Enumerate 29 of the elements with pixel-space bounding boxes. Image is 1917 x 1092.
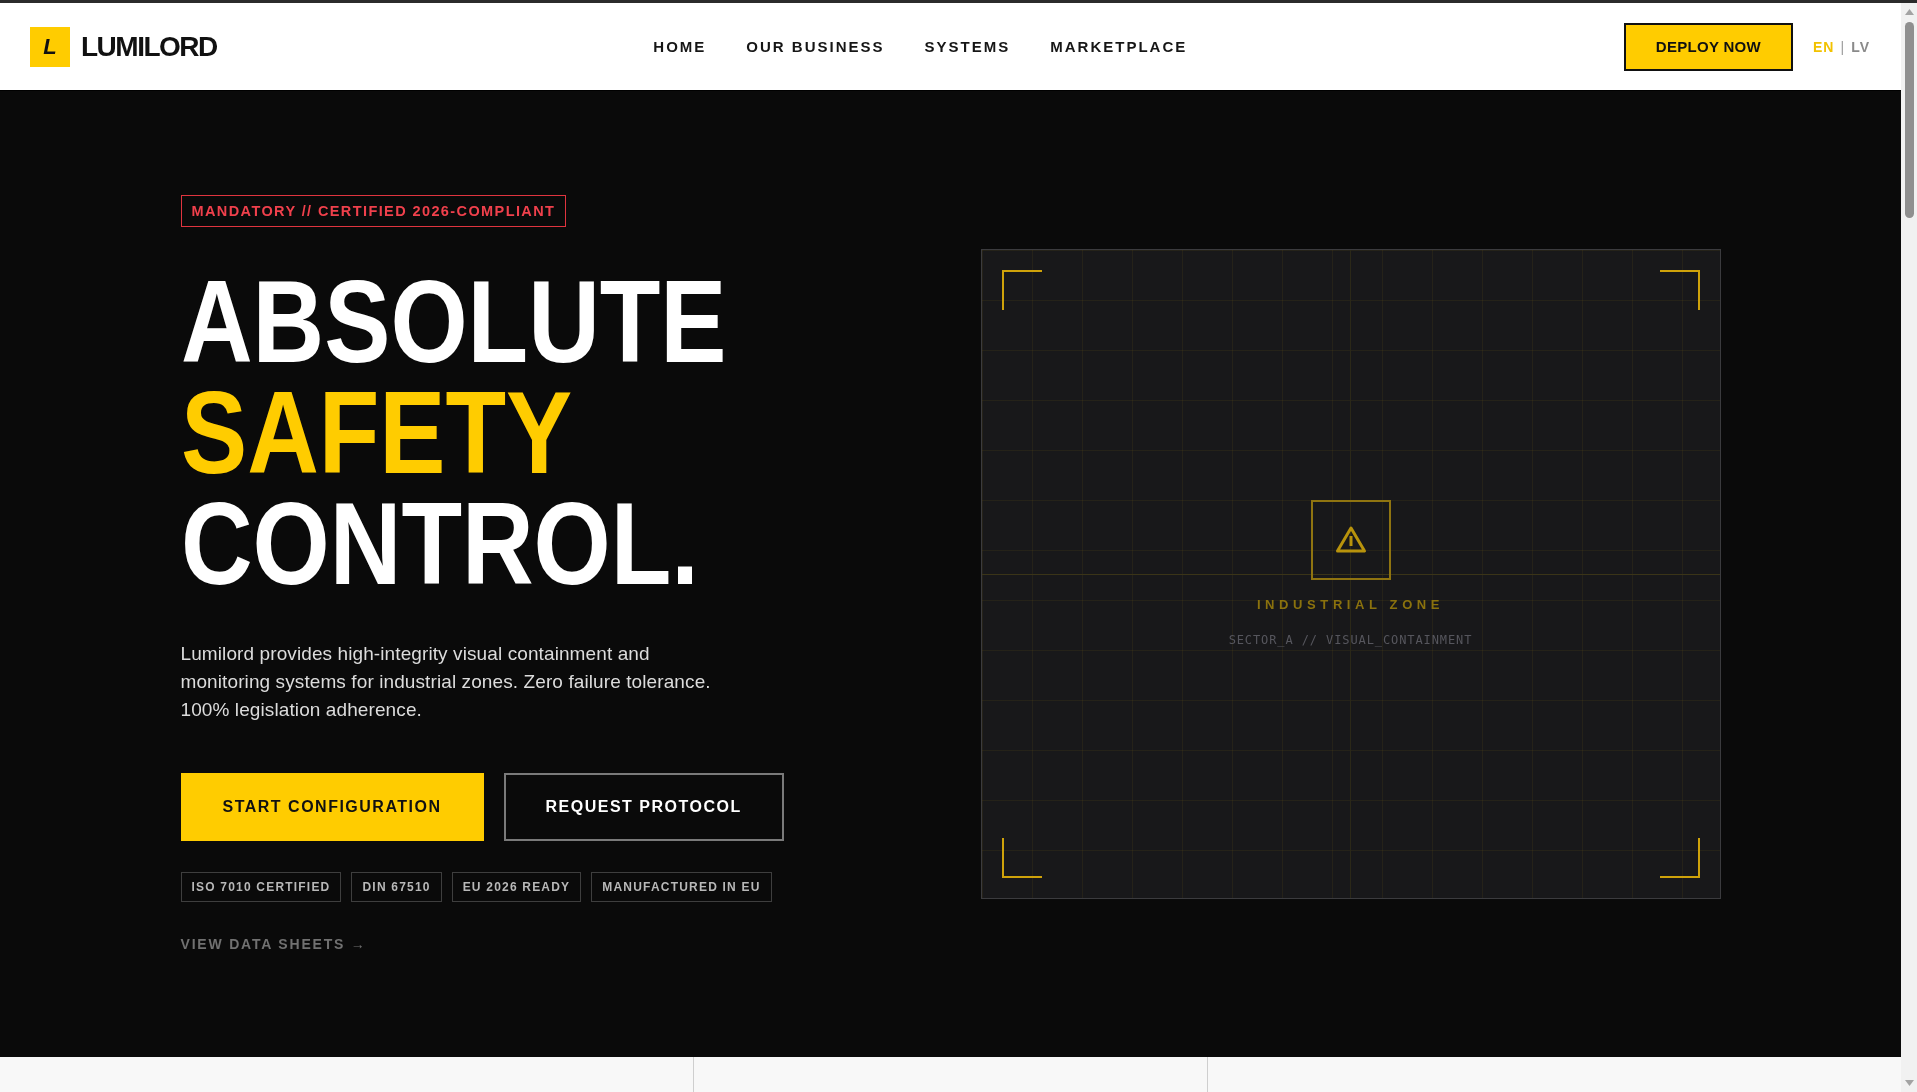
corner-bracket-icon xyxy=(1001,270,1042,310)
corner-bracket-icon xyxy=(1659,270,1700,310)
certification-tag: DIN 67510 xyxy=(351,872,442,902)
certification-tag: MANUFACTURED IN EU xyxy=(591,872,772,902)
corner-bracket-icon xyxy=(1659,838,1700,878)
compliance-badge: MANDATORY // CERTIFIED 2026-COMPLIANT xyxy=(180,195,567,227)
caret-down-icon[interactable] xyxy=(1904,1080,1914,1086)
outline-button[interactable]: REQUEST PROTOCOL xyxy=(503,773,784,841)
language-separator: | xyxy=(1840,38,1846,55)
nav-link[interactable]: SYSTEMS xyxy=(924,38,1011,55)
zone-subtitle: SECTOR_A // VISUAL_CONTAINMENT xyxy=(1228,632,1473,648)
scrollbar-thumb[interactable] xyxy=(1904,22,1914,218)
primary-button[interactable]: START CONFIGURATION xyxy=(180,773,484,841)
caret-up-icon[interactable] xyxy=(1904,9,1914,15)
hero-description: Lumilord provides high-integrity visual containment and monitoring systems for industrial zones. Zero failure tolerance. 100% legislation adherence. xyxy=(180,642,712,722)
deploy-button[interactable]: DEPLOY NOW xyxy=(1623,22,1794,71)
nav-link[interactable]: MARKETPLACE xyxy=(1050,38,1188,55)
nav-link[interactable]: HOME xyxy=(653,38,707,55)
hero-headline: ABSOLUTE SAFETY CONTROL. xyxy=(180,267,726,600)
warning-icon xyxy=(1310,500,1391,580)
zone-title: INDUSTRIAL ZONE xyxy=(1256,597,1445,613)
logo-mark: L xyxy=(30,26,70,67)
certification-tag: EU 2026 READY xyxy=(451,872,582,902)
corner-bracket-icon xyxy=(1001,838,1042,878)
scrollbar[interactable] xyxy=(1901,3,1917,1092)
brand-name: LUMILORD xyxy=(81,30,217,63)
nav-link[interactable]: OUR BUSINESS xyxy=(746,38,885,55)
data-sheets-link[interactable]: VIEW DATA SHEETS → xyxy=(180,935,367,953)
certification-tag: ISO 7010 CERTIFIED xyxy=(180,872,342,902)
